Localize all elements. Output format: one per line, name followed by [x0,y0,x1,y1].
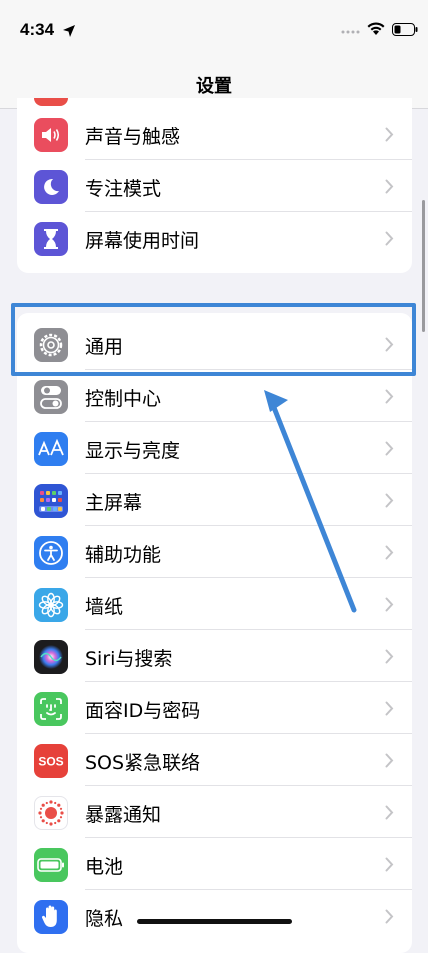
settings-row-label: 屏幕使用时间 [85,230,200,252]
hourglass-icon [34,222,68,256]
settings-row-label: 墙纸 [85,596,124,618]
chevron-right-icon [385,493,394,508]
settings-row-label: 隐私 [85,908,124,930]
exposure-icon [34,796,68,830]
settings-row-screen-time[interactable]: 屏幕使用时间 [17,212,412,264]
settings-row-display[interactable]: 显示与亮度 [17,422,412,474]
settings-row-label: 主屏幕 [85,492,143,514]
toggles-icon [34,380,68,414]
chevron-right-icon [385,805,394,820]
settings-row-siri[interactable]: Siri与搜索 [17,630,412,682]
settings-row-label: 控制中心 [85,388,162,410]
page-title: 设置 [196,76,232,97]
chevron-right-icon [385,753,394,768]
settings-row-label: 显示与亮度 [85,440,181,462]
settings-row-label: SOS紧急联络 [85,752,201,774]
settings-row-label: 辅助功能 [85,544,162,566]
chevron-right-icon [385,649,394,664]
moon-icon [34,170,68,204]
chevron-right-icon [385,179,394,194]
settings-row-label: 专注模式 [85,178,162,200]
accessibility-icon [34,536,68,570]
svg-text:SOS: SOS [38,755,63,769]
settings-row-control-center[interactable]: 控制中心 [17,370,412,422]
chevron-right-icon [385,909,394,924]
siri-icon [34,640,68,674]
status-time: 4:34 [20,20,55,39]
settings-row-battery[interactable]: 电池 [17,838,412,890]
chevron-right-icon [385,597,394,612]
settings-row-label: 面容ID与密码 [85,700,201,722]
settings-group-general: 通用 控制中心 显示与亮度 主屏幕 辅助功能 墙纸 Siri与搜索 面容ID与密… [17,313,412,953]
settings-row-label: 电池 [85,856,124,878]
home-indicator[interactable] [137,919,292,924]
face-id-icon [34,692,68,726]
chevron-right-icon [385,545,394,560]
sos-icon: SOS [34,744,68,778]
cellular-signal-icon [341,30,360,34]
settings-row-accessibility[interactable]: 辅助功能 [17,526,412,578]
hand-icon [34,900,68,934]
notifications-icon [34,98,68,106]
chevron-right-icon [385,441,394,456]
settings-row-home-screen[interactable]: 主屏幕 [17,474,412,526]
settings-row-wallpaper[interactable]: 墙纸 [17,578,412,630]
settings-row-label: 暴露通知 [85,804,162,826]
wifi-icon [367,22,385,35]
location-arrow-icon [63,25,75,37]
settings-row-privacy[interactable]: 隐私 [17,890,412,942]
chevron-right-icon [385,389,394,404]
speaker-icon [34,118,68,152]
settings-row-sounds[interactable]: 声音与触感 [17,108,412,160]
text-size-icon [34,432,68,466]
settings-row-emergency-sos[interactable]: SOS SOS紧急联络 [17,734,412,786]
chevron-right-icon [385,701,394,716]
settings-row-focus[interactable]: 专注模式 [17,160,412,212]
battery-status-icon [392,23,418,36]
settings-row-label: 声音与触感 [85,126,181,148]
scroll-indicator[interactable] [422,200,425,332]
chevron-right-icon [385,127,394,142]
home-grid-icon [34,484,68,518]
settings-group-sound-focus: 声音与触感 专注模式 屏幕使用时间 [17,98,412,273]
settings-row-exposure[interactable]: 暴露通知 [17,786,412,838]
battery-icon [34,848,68,882]
chevron-right-icon [385,857,394,872]
settings-row-label: Siri与搜索 [85,648,173,670]
flower-icon [34,588,68,622]
status-bar: 4:34 [0,0,428,58]
settings-row-face-id[interactable]: 面容ID与密码 [17,682,412,734]
annotation-highlight-box [11,303,416,376]
chevron-right-icon [385,231,394,246]
